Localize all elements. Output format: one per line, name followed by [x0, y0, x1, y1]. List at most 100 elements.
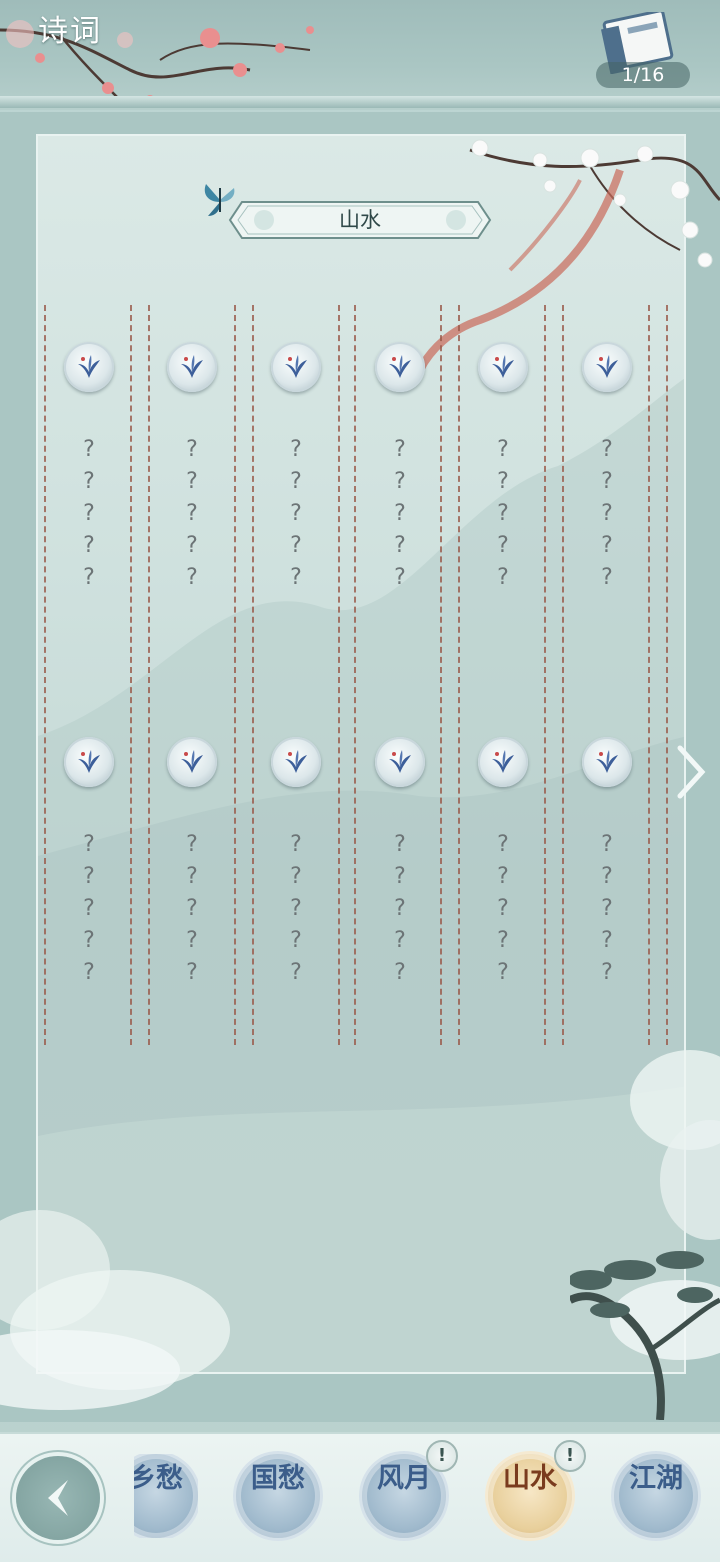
tab-label: 国愁: [251, 1463, 305, 1494]
hidden-line: ?: [186, 533, 198, 558]
page-title: 诗词: [38, 14, 102, 49]
cloud-decoration: [0, 1210, 230, 1410]
poem-lines: ?????: [276, 829, 316, 989]
hidden-line: ?: [186, 896, 198, 921]
hidden-line: ?: [186, 960, 198, 985]
orchid-medal-icon: [181, 750, 203, 773]
back-button[interactable]: [16, 1456, 100, 1540]
poem-card-medal[interactable]: [478, 737, 528, 787]
hidden-line: ?: [497, 864, 509, 889]
hidden-line: ?: [83, 960, 95, 985]
hidden-line: ?: [290, 928, 302, 953]
hidden-line: ?: [394, 437, 406, 462]
hidden-line: ?: [497, 565, 509, 590]
hidden-line: ?: [394, 501, 406, 526]
hidden-line: ?: [83, 469, 95, 494]
poem-card-medal[interactable]: [167, 737, 217, 787]
poem-card-medal[interactable]: [582, 342, 632, 392]
orchid-medal-icon: [78, 750, 100, 773]
hidden-line: ?: [601, 565, 613, 590]
tab-jianghu[interactable]: 江湖: [614, 1454, 698, 1538]
hidden-line: ?: [186, 469, 198, 494]
alert-badge: !: [426, 1440, 458, 1472]
string-line: [544, 305, 548, 1045]
hidden-line: ?: [497, 437, 509, 462]
orchid-medal-icon: [596, 750, 618, 773]
hidden-line: ?: [83, 864, 95, 889]
back-arrow-icon: [48, 1480, 68, 1516]
poem-card-medal[interactable]: [64, 342, 114, 392]
string-line: [666, 305, 670, 1045]
hidden-line: ?: [83, 928, 95, 953]
poem-lines: ?????: [276, 434, 316, 594]
hidden-line: ?: [497, 960, 509, 985]
butterfly-decoration: [204, 184, 235, 216]
hidden-line: ?: [83, 896, 95, 921]
hidden-line: ?: [601, 928, 613, 953]
orchid-medal-icon: [389, 355, 411, 378]
hidden-line: ?: [83, 501, 95, 526]
poem-card-medal[interactable]: [271, 342, 321, 392]
hidden-line: ?: [497, 533, 509, 558]
poem-card-medal[interactable]: [64, 737, 114, 787]
hidden-line: ?: [601, 437, 613, 462]
section-title: 山水: [339, 208, 381, 232]
orchid-medal-icon: [389, 750, 411, 773]
orchid-medal-icon: [285, 750, 307, 773]
page-indicator: 1/16: [596, 62, 690, 88]
hidden-line: ?: [497, 896, 509, 921]
hidden-line: ?: [394, 960, 406, 985]
poem-lines: ?????: [69, 829, 109, 989]
poem-lines: ?????: [380, 829, 420, 989]
orchid-medal-icon: [596, 355, 618, 378]
poem-card-medal[interactable]: [375, 737, 425, 787]
hidden-line: ?: [290, 501, 302, 526]
string-line: [148, 305, 152, 1045]
orchid-medal-icon: [78, 355, 100, 378]
poem-card-medal[interactable]: [375, 342, 425, 392]
tab-label: 乡愁: [134, 1463, 183, 1494]
hidden-line: ?: [290, 832, 302, 857]
poem-lines: ?????: [172, 829, 212, 989]
poem-card-medal[interactable]: [271, 737, 321, 787]
string-line: [130, 305, 134, 1045]
poem-lines: ?????: [69, 434, 109, 594]
divider: [0, 96, 720, 108]
hidden-line: ?: [186, 864, 198, 889]
hidden-line: ?: [394, 469, 406, 494]
hidden-line: ?: [601, 469, 613, 494]
hidden-line: ?: [497, 832, 509, 857]
hidden-line: ?: [394, 533, 406, 558]
orchid-medal-icon: [181, 355, 203, 378]
string-line: [338, 305, 342, 1045]
string-line: [458, 305, 462, 1045]
string-line: [440, 305, 444, 1045]
poem-lines: ?????: [172, 434, 212, 594]
hidden-line: ?: [186, 437, 198, 462]
hidden-line: ?: [601, 864, 613, 889]
hidden-line: ?: [290, 469, 302, 494]
tab-clip: 乡愁: [134, 1454, 198, 1538]
hidden-line: ?: [290, 533, 302, 558]
hidden-line: ?: [186, 565, 198, 590]
tab-xiangchou[interactable]: 乡愁: [134, 1454, 198, 1538]
hidden-line: ?: [394, 928, 406, 953]
chevron-right-icon[interactable]: [672, 742, 712, 802]
string-line: [648, 305, 652, 1045]
poem-lines: ?????: [483, 829, 523, 989]
poem-card-medal[interactable]: [167, 342, 217, 392]
hidden-line: ?: [83, 533, 95, 558]
hidden-line: ?: [290, 864, 302, 889]
hidden-line: ?: [290, 437, 302, 462]
tab-guochou[interactable]: 国愁: [236, 1454, 320, 1538]
orchid-medal-icon: [492, 355, 514, 378]
hidden-line: ?: [601, 896, 613, 921]
string-line: [252, 305, 256, 1045]
poem-card-medal[interactable]: [582, 737, 632, 787]
hidden-line: ?: [290, 960, 302, 985]
string-line: [44, 305, 48, 1045]
hidden-line: ?: [394, 896, 406, 921]
poem-card-medal[interactable]: [478, 342, 528, 392]
hidden-line: ?: [497, 469, 509, 494]
string-line: [354, 305, 358, 1045]
